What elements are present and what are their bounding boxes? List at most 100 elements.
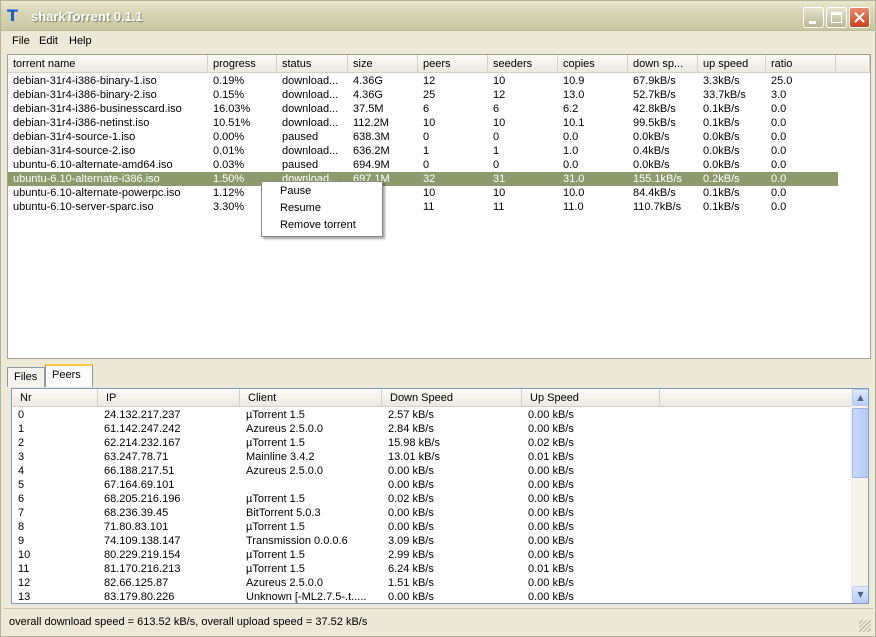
peer-cell-nr: 13 [18, 591, 31, 603]
peer-cell-up-speed: 0.00 kB/s [528, 535, 574, 547]
torrent-row[interactable]: debian-31r4-source-1.iso 0.00% paused 638.3… [8, 130, 838, 144]
peer-list-scrollbar[interactable]: ▲ ▼ [851, 389, 868, 603]
torrent-row[interactable]: debian-31r4-i386-binary-1.iso 0.19% downlo… [8, 74, 838, 88]
header-col-copies[interactable]: copies [558, 55, 628, 73]
cell-ratio: 0.0 [771, 145, 787, 157]
peer-header-col-ip[interactable]: IP [98, 389, 240, 407]
minimize-icon [809, 21, 816, 24]
cell-status: download... [282, 103, 339, 115]
peer-header-col-down-speed[interactable]: Down Speed [382, 389, 522, 407]
context-menu-resume[interactable]: Resume [280, 201, 321, 216]
header-col-ratio[interactable]: ratio [766, 55, 836, 73]
header-col-torrent-name[interactable]: torrent name [8, 55, 208, 73]
maximize-button[interactable] [826, 7, 847, 28]
maximize-icon [831, 12, 842, 23]
cell-copies: 0.0 [563, 131, 579, 143]
cell-ratio: 0.0 [771, 103, 787, 115]
peer-row[interactable]: 2 62.214.232.167 µTorrent 1.5 15.98 kB/s 0.0… [12, 436, 850, 450]
peer-cell-ip: 71.80.83.101 [104, 521, 169, 533]
peer-cell-ip: 24.132.217.237 [104, 409, 181, 421]
close-icon [854, 12, 865, 23]
context-menu-pause[interactable]: Pause [280, 184, 311, 199]
peer-header-col-client[interactable]: Client [240, 389, 382, 407]
scroll-up-button[interactable]: ▲ [852, 389, 868, 406]
peer-cell-client: Azureus 2.5.0.0 [246, 465, 324, 477]
cell-copies: 0.0 [563, 159, 579, 171]
torrent-row[interactable]: debian-31r4-i386-binary-2.iso 0.15% downlo… [8, 88, 838, 102]
peer-row[interactable]: 5 67.164.69.101 0.00 kB/s 0.00 kB/s [12, 478, 850, 492]
peer-header-col-nr[interactable]: Nr [12, 389, 98, 407]
cell-size: 638.3M [353, 131, 390, 143]
cell-torrent-name: debian-31r4-i386-binary-2.iso [13, 89, 157, 101]
tab-files[interactable]: Files [7, 367, 45, 387]
cell-peers: 0 [423, 159, 430, 171]
peer-row[interactable]: 11 81.170.216.213 µTorrent 1.5 6.24 kB/s 0.0… [12, 562, 850, 576]
torrent-row[interactable]: ubuntu-6.10-alternate-powerpc.iso1.12%M1… [8, 186, 838, 200]
header-col-size[interactable]: size [348, 55, 418, 73]
cell-progress: 0.00% [213, 131, 245, 143]
header-col-seeders[interactable]: seeders [488, 55, 558, 73]
peer-row[interactable]: 7 68.236.39.45 BitTorrent 5.0.3 0.00 kB/s 0.… [12, 506, 850, 520]
peer-cell-nr: 11 [18, 563, 30, 575]
scroll-down-button[interactable]: ▼ [852, 586, 868, 603]
peer-cell-nr: 2 [18, 437, 25, 449]
menu-edit[interactable]: Edit [39, 35, 58, 47]
header-col-status[interactable]: status [277, 55, 348, 73]
cell-status: download... [282, 145, 339, 157]
header-col-peers[interactable]: peers [418, 55, 488, 73]
scrollbar-thumb[interactable] [852, 408, 868, 478]
header-col-progress[interactable]: progress [208, 55, 277, 73]
cell-peers: 10 [423, 117, 436, 129]
peer-row[interactable]: 10 80.229.219.154 µTorrent 1.5 2.99 kB/s 0.0… [12, 548, 850, 562]
title-bar[interactable]: T sharkTorrent 0.1.1 [1, 1, 875, 31]
cell-peers: 32 [423, 173, 436, 185]
torrent-row[interactable]: ubuntu-6.10-alternate-amd64.iso 0.03% paus… [8, 158, 838, 172]
cell-down-speed: 84.4kB/s [633, 187, 676, 199]
cell-peers: 25 [423, 89, 436, 101]
torrent-row[interactable]: ubuntu-6.10-alternate-i386.iso 1.50% downl… [8, 172, 838, 186]
header-col-down-speed[interactable]: down sp... [628, 55, 698, 73]
context-menu-remove-torrent[interactable]: Remove torrent [280, 218, 356, 233]
cell-seeders: 31 [493, 173, 506, 185]
torrent-row[interactable]: ubuntu-6.10-server-sparc.iso3.30%M111111… [8, 200, 838, 214]
peer-row[interactable]: 13 83.179.80.226 Unknown [-ML2.7.5-.t.....… [12, 590, 850, 603]
cell-size: 4.36G [353, 75, 383, 87]
cell-ratio: 0.0 [771, 131, 787, 143]
torrent-list[interactable]: torrent name progress status size peers seede… [7, 54, 871, 359]
tab-peers[interactable]: Peers [45, 364, 93, 387]
peer-cell-down-speed: 0.00 kB/s [388, 465, 434, 477]
cell-up-speed: 0.1kB/s [703, 187, 740, 199]
cell-seeders: 12 [493, 89, 506, 101]
torrent-row[interactable]: debian-31r4-i386-netinst.iso 10.51% downlo… [8, 116, 838, 130]
scroll-down-arrow-icon: ▼ [857, 590, 864, 599]
resize-grip-icon[interactable] [859, 620, 871, 632]
peer-cell-ip: 68.236.39.45 [104, 507, 169, 519]
peer-header-col-up-speed[interactable]: Up Speed [522, 389, 660, 407]
window-title: sharkTorrent 0.1.1 [31, 9, 143, 24]
peer-cell-up-speed: 0.00 kB/s [528, 577, 574, 589]
peer-row[interactable]: 3 63.247.78.71 Mainline 3.4.2 13.01 kB/s 0.0… [12, 450, 850, 464]
peer-cell-nr: 3 [18, 451, 25, 463]
peer-row[interactable]: 8 71.80.83.101 µTorrent 1.5 0.00 kB/s 0.00 k… [12, 520, 850, 534]
menu-help[interactable]: Help [69, 35, 92, 47]
peer-cell-ip: 68.205.216.196 [104, 493, 181, 505]
peer-row[interactable]: 4 66.188.217.51 Azureus 2.5.0.0 0.00 kB/s 0.… [12, 464, 850, 478]
close-button[interactable] [849, 7, 870, 28]
menu-file[interactable]: File [12, 35, 30, 47]
torrent-row[interactable]: debian-31r4-source-2.iso 0.01% download...… [8, 144, 838, 158]
peer-cell-ip: 83.179.80.226 [104, 591, 175, 603]
cell-down-speed: 0.0kB/s [633, 159, 670, 171]
peer-row[interactable]: 0 24.132.217.237 µTorrent 1.5 2.57 kB/s 0.00… [12, 408, 850, 422]
header-col-up-speed[interactable]: up speed [698, 55, 766, 73]
torrent-row[interactable]: debian-31r4-i386-businesscard.iso 16.03% d… [8, 102, 838, 116]
peer-cell-down-speed: 6.24 kB/s [388, 563, 434, 575]
peer-row[interactable]: 6 68.205.216.196 µTorrent 1.5 0.02 kB/s 0.00… [12, 492, 850, 506]
cell-down-speed: 67.9kB/s [633, 75, 676, 87]
minimize-button[interactable] [803, 7, 824, 28]
peer-cell-ip: 62.214.232.167 [104, 437, 181, 449]
peer-row[interactable]: 1 61.142.247.242 Azureus 2.5.0.0 2.84 kB/s 0… [12, 422, 850, 436]
peer-row[interactable]: 12 82.66.125.87 Azureus 2.5.0.0 1.51 kB/s 0.… [12, 576, 850, 590]
cell-down-speed: 52.7kB/s [633, 89, 676, 101]
peer-row[interactable]: 9 74.109.138.147 Transmission 0.0.0.6 3.09 … [12, 534, 850, 548]
peer-list[interactable]: Nr IP Client Down Speed Up Speed 0 24.132.217… [11, 388, 869, 604]
